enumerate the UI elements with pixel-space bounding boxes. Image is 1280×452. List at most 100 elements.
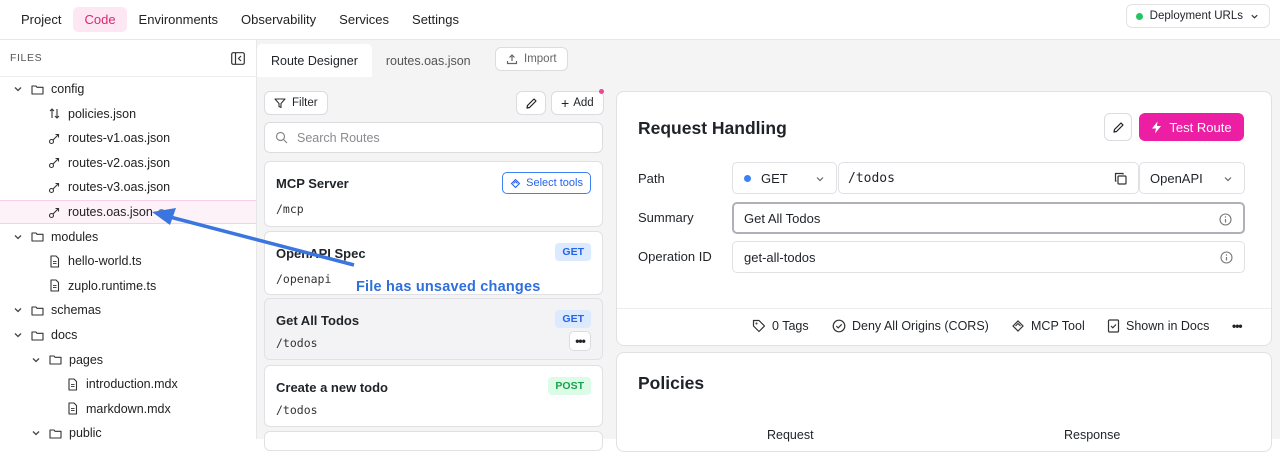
method-value: GET (761, 170, 788, 186)
file-explorer: FILES config policies.json routes-v1.oas.j… (0, 40, 257, 440)
file-icon (50, 279, 60, 292)
deployment-urls-button[interactable]: Deployment URLs (1125, 4, 1270, 28)
operation-id-value: get-all-todos (744, 249, 816, 265)
nav-code[interactable]: Code (73, 7, 127, 32)
plus-icon: + (561, 95, 570, 111)
test-route-button[interactable]: Test Route (1139, 113, 1244, 141)
tree-folder[interactable]: pages (0, 348, 256, 372)
chevron-down-icon (1251, 14, 1258, 19)
tree-item-label: routes-v2.oas.json (68, 155, 171, 170)
tree-folder[interactable]: config (0, 77, 256, 101)
tree-file[interactable]: introduction.mdx (0, 372, 256, 396)
route-more-button[interactable]: ••• (569, 331, 591, 351)
route-card-create-todo[interactable]: Create a new todo /todos POST (264, 365, 603, 427)
route-path: /todos (276, 403, 318, 417)
tree-file[interactable]: hello-world.ts (0, 249, 256, 273)
search-icon (275, 131, 288, 144)
edit-route-button[interactable] (1104, 113, 1132, 141)
tree-file[interactable]: routes-v2.oas.json (0, 151, 256, 175)
chevron-down-icon[interactable] (31, 428, 41, 438)
path-label: Path (638, 171, 665, 186)
tree-item-label: modules (51, 229, 99, 244)
filter-icon (274, 98, 286, 109)
tags-button[interactable]: 0 Tags (752, 319, 809, 333)
import-button[interactable]: Import (495, 47, 568, 71)
tree-file[interactable]: routes-v3.oas.json (0, 175, 256, 199)
operation-id-input[interactable]: get-all-todos (732, 241, 1245, 273)
folder-icon (31, 330, 44, 341)
chevron-down-icon[interactable] (31, 355, 41, 365)
tree-item-label: routes-v1.oas.json (68, 131, 171, 146)
request-handling-title: Request Handling (638, 118, 787, 138)
notification-dot (599, 89, 604, 94)
nav-services[interactable]: Services (328, 7, 400, 32)
docs-icon (1107, 319, 1120, 333)
summary-input[interactable]: Get All Todos (732, 202, 1245, 234)
tree-folder[interactable]: schemas (0, 298, 256, 322)
tree-item-label: introduction.mdx (86, 377, 178, 392)
chevron-down-icon[interactable] (13, 330, 23, 340)
tree-folder[interactable]: public (0, 421, 256, 445)
chevron-down-icon (816, 177, 824, 182)
tab-route-designer[interactable]: Route Designer (257, 44, 372, 77)
tab-route-designer-label: Route Designer (271, 53, 358, 68)
cors-label: Deny All Origins (CORS) (852, 319, 989, 333)
more-icon: ••• (575, 334, 586, 348)
tab-routes-oas-json[interactable]: routes.oas.json (372, 44, 485, 77)
collapse-sidebar-icon[interactable] (231, 52, 245, 65)
file-icon (68, 402, 78, 415)
lightning-icon (1152, 121, 1162, 133)
search-routes-input[interactable]: Search Routes (264, 122, 603, 153)
tree-file[interactable]: routes.oas.json (0, 200, 256, 224)
policy-icon (49, 108, 60, 119)
cors-button[interactable]: Deny All Origins (CORS) (832, 319, 989, 333)
nav-settings[interactable]: Settings (401, 7, 470, 32)
nav-environments[interactable]: Environments (128, 7, 229, 32)
upload-icon (506, 54, 518, 65)
tree-item-label: pages (69, 352, 104, 367)
policies-panel: Policies Request Response (616, 352, 1272, 452)
tree-folder[interactable]: modules (0, 225, 256, 249)
tree-file[interactable]: zuplo.runtime.ts (0, 274, 256, 298)
route-card-partial[interactable] (264, 431, 603, 451)
nav-project[interactable]: Project (10, 7, 72, 32)
import-label: Import (524, 53, 557, 65)
chevron-down-icon[interactable] (13, 84, 23, 94)
more-options-button[interactable]: ••• (1232, 319, 1243, 333)
spec-select[interactable]: OpenAPI (1139, 162, 1245, 194)
chevron-down-icon[interactable] (13, 305, 23, 315)
copy-icon[interactable] (1114, 172, 1127, 185)
route-options-bar: 0 Tags Deny All Origins (CORS) MCP Tool … (617, 308, 1271, 346)
path-input[interactable]: /todos (838, 162, 1139, 194)
tree-file[interactable]: policies.json (0, 102, 256, 126)
add-label: Add (573, 97, 594, 109)
nav-observability[interactable]: Observability (230, 7, 327, 32)
select-tools-button[interactable]: Select tools (502, 172, 591, 194)
tree-file[interactable]: routes-v1.oas.json (0, 126, 256, 150)
policies-title: Policies (638, 373, 705, 393)
folder-icon (31, 84, 44, 95)
more-icon: ••• (1232, 319, 1243, 333)
folder-icon (49, 429, 62, 439)
chevron-down-icon[interactable] (13, 232, 23, 242)
method-select[interactable]: GET (732, 162, 837, 194)
shown-in-docs-button[interactable]: Shown in Docs (1107, 319, 1209, 333)
filter-button[interactable]: Filter (264, 91, 328, 115)
tree-item-label: schemas (51, 303, 102, 318)
route-card-get-all-todos[interactable]: Get All Todos /todos GET ••• (264, 298, 603, 360)
top-navigation: Project Code Environments Observability … (0, 0, 1280, 40)
edit-routes-button[interactable] (516, 91, 546, 115)
mcp-tool-button[interactable]: MCP Tool (1011, 319, 1085, 333)
route-card-mcp-server[interactable]: MCP Server /mcp Select tools (264, 161, 603, 227)
chevron-down-icon (1224, 177, 1232, 182)
add-route-button[interactable]: + Add (551, 91, 604, 115)
tree-folder[interactable]: docs (0, 323, 256, 347)
info-icon (1220, 251, 1233, 264)
route-name: Get All Todos (276, 313, 360, 328)
tree-item-label: routes-v3.oas.json (68, 180, 171, 195)
tree-file[interactable]: markdown.mdx (0, 397, 256, 421)
mcp-icon (1012, 320, 1024, 332)
route-icon (48, 182, 60, 193)
tree-item-label: markdown.mdx (86, 401, 171, 416)
summary-value: Get All Todos (744, 210, 821, 226)
